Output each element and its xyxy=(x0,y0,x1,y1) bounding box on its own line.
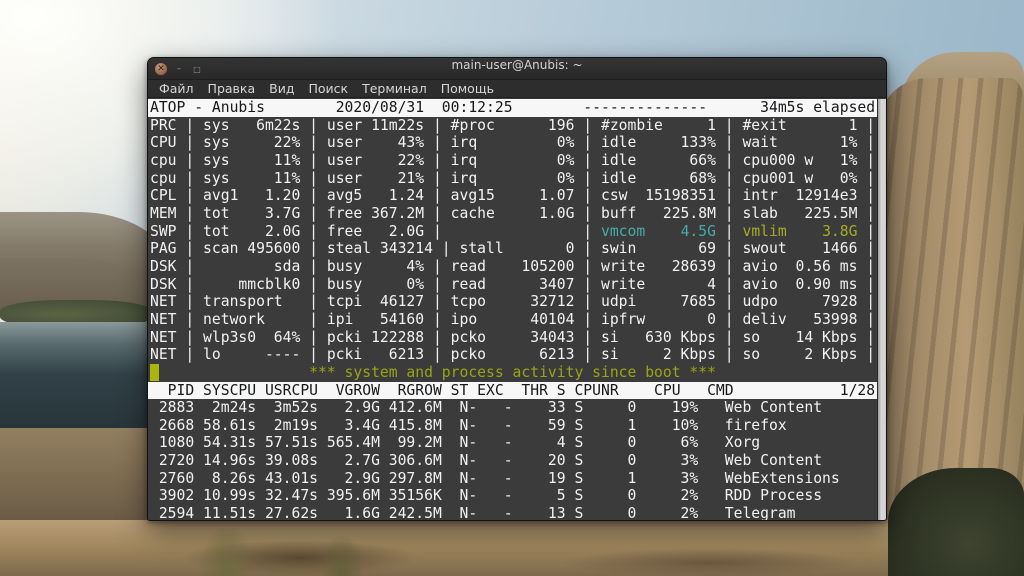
atop-line-mem: MEM | tot 3.7G | free 367.2M | cache 1.0… xyxy=(150,205,886,223)
terminal-window: ✕ – □ main-user@Anubis: ~ Файл Правка Ви… xyxy=(147,57,887,521)
titlebar[interactable]: ✕ – □ main-user@Anubis: ~ xyxy=(148,58,886,80)
process-row: 2720 14.96s 39.08s 2.7G 306.6M N- - 20 S… xyxy=(150,452,886,470)
desktop-background: ✕ – □ main-user@Anubis: ~ Файл Правка Ви… xyxy=(0,0,1024,576)
menu-item-file[interactable]: Файл xyxy=(152,80,201,97)
atop-line-cpu-total: CPU | sys 22% | user 43% | irq 0% | idle… xyxy=(150,134,886,152)
atop-line-dsk-sda: DSK | sda | busy 4% | read 105200 | writ… xyxy=(150,258,886,276)
menubar: Файл Правка Вид Поиск Терминал Помощь xyxy=(148,80,886,98)
rock-shadow xyxy=(560,548,860,576)
bush-bottom-right xyxy=(888,468,1024,576)
atop-line-cpu-core1: cpu | sys 11% | user 21% | irq 0% | idle… xyxy=(150,170,886,188)
menu-item-help[interactable]: Помощь xyxy=(434,80,501,97)
swp-suffix: | xyxy=(857,223,875,240)
atop-line-net-wlp3s0: NET | wlp3s0 64% | pcki 122288 | pcko 34… xyxy=(150,329,886,347)
terminal-screen[interactable]: ATOP - Anubis 2020/08/31 00:12:25 ------… xyxy=(148,99,886,520)
scrollbar[interactable] xyxy=(877,99,886,520)
swp-vmlim-value: vmlim 3.8G xyxy=(742,223,857,240)
menu-item-edit[interactable]: Правка xyxy=(201,80,263,97)
menu-item-search[interactable]: Поиск xyxy=(301,80,355,97)
atop-header-line: ATOP - Anubis 2020/08/31 00:12:25 ------… xyxy=(148,99,886,117)
swp-separator: | xyxy=(716,223,743,240)
menu-item-view[interactable]: Вид xyxy=(262,80,301,97)
process-row: 1080 54.31s 57.51s 565.4M 99.2M N- - 4 S… xyxy=(150,434,886,452)
process-row: 2668 58.61s 2m19s 3.4G 415.8M N- - 59 S … xyxy=(150,417,886,435)
atop-line-pag: PAG | scan 495600 | steal 343214 | stall… xyxy=(150,240,886,258)
terminal-cursor xyxy=(150,364,159,381)
foreground-rocks xyxy=(0,520,1024,576)
atop-line-swp: SWP | tot 2.0G | free 2.0G | | vmcom 4.5… xyxy=(150,223,886,241)
swp-prefix: SWP | tot 2.0G | free 2.0G | | xyxy=(150,223,601,240)
atop-line-prc: PRC | sys 6m22s | user 11m22s | #proc 19… xyxy=(150,117,886,135)
atop-line-dsk-mmcblk0: DSK | mmcblk0 | busy 0% | read 3407 | wr… xyxy=(150,276,886,294)
banner-text: *** system and process activity since bo… xyxy=(159,364,716,381)
atop-banner-line: *** system and process activity since bo… xyxy=(150,364,886,382)
pond xyxy=(0,322,150,432)
process-row: 3902 10.99s 32.47s 395.6M 35156K N- - 5 … xyxy=(150,487,886,505)
grass-tuft xyxy=(320,536,364,576)
process-row: 2760 8.26s 43.01s 2.9G 297.8M N- - 19 S … xyxy=(150,470,886,488)
window-title: main-user@Anubis: ~ xyxy=(148,58,886,80)
atop-line-cpu-core0: cpu | sys 11% | user 22% | irq 0% | idle… xyxy=(150,152,886,170)
atop-line-net-transport: NET | transport | tcpi 46127 | tcpo 3271… xyxy=(150,293,886,311)
swp-vmcom-value: vmcom 4.5G xyxy=(601,223,716,240)
process-row: 2594 11.51s 27.62s 1.6G 242.5M N- - 13 S… xyxy=(150,505,886,520)
atop-line-cpl: CPL | avg1 1.20 | avg5 1.24 | avg15 1.07… xyxy=(150,187,886,205)
process-table-header: PID SYSCPU USRCPU VGROW RGROW ST EXC THR… xyxy=(148,382,886,400)
process-row: 2883 2m24s 3m52s 2.9G 412.6M N- - 33 S 0… xyxy=(150,399,886,417)
menu-item-terminal[interactable]: Терминал xyxy=(355,80,434,97)
grass-tuft xyxy=(200,528,254,576)
atop-line-net-lo: NET | lo ---- | pcki 6213 | pcko 6213 | … xyxy=(150,346,886,364)
atop-line-net-network: NET | network | ipi 54160 | ipo 40104 | … xyxy=(150,311,886,329)
